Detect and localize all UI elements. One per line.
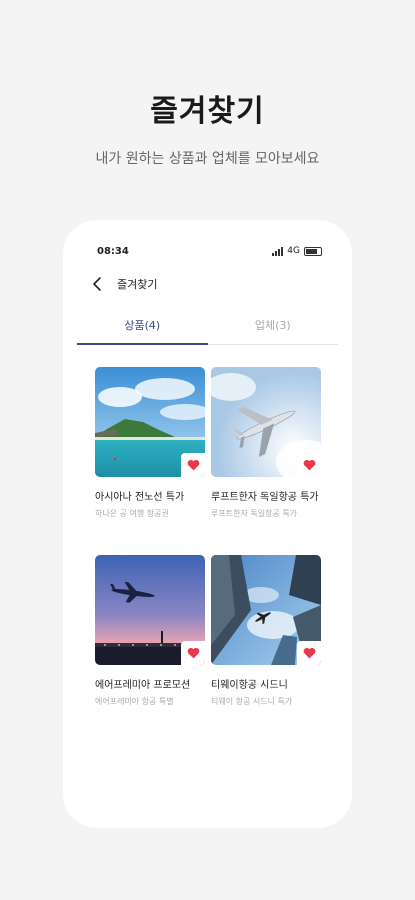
favorite-toggle[interactable] <box>297 641 321 665</box>
network-label: 4G <box>287 246 300 256</box>
card-subtitle: 루프트한자 독일항공 특가 <box>211 509 298 518</box>
app-header: 즐겨찾기 <box>89 274 157 294</box>
phone-mockup: 08:34 4G 즐겨찾기 상품(4) 업체(3) 아시아나 전노선 특가 하나… <box>63 220 352 828</box>
card-title: 티웨이항공 시드니 <box>211 680 288 691</box>
card-subtitle: 에어프레미아 항공 특별 <box>95 697 174 706</box>
status-bar: 08:34 4G <box>97 246 322 260</box>
tab-bar: 상품(4) 업체(3) <box>77 316 338 345</box>
card-title: 루프트한자 독일항공 특가 <box>211 492 319 503</box>
favorite-card[interactable]: 에어프레미아 프로모션 에어프레미아 항공 특별 <box>95 555 205 707</box>
card-title: 아시아나 전노선 특가 <box>95 492 185 503</box>
airplane-sky-photo <box>211 367 321 477</box>
tab-products[interactable]: 상품(4) <box>77 316 208 345</box>
battery-icon <box>304 246 322 256</box>
favorite-toggle[interactable] <box>181 641 205 665</box>
signal-icon <box>272 246 284 256</box>
page-subtitle: 내가 원하는 상품과 업체를 모아보세요 <box>95 151 320 167</box>
favorite-toggle[interactable] <box>181 453 205 477</box>
favorite-card[interactable]: 티웨이항공 시드니 티웨이 항공 시드니 특가 <box>211 555 321 707</box>
tab-companies[interactable]: 업체(3) <box>208 316 339 344</box>
back-arrow-icon[interactable] <box>89 275 107 293</box>
status-time: 08:34 <box>97 246 129 257</box>
favorite-toggle[interactable] <box>297 453 321 477</box>
skyscrapers-airplane-photo <box>211 555 321 665</box>
heart-icon <box>303 459 315 471</box>
airplane-sunset-photo <box>95 555 205 665</box>
card-subtitle: 하나은 공 여행 항공권 <box>95 509 169 518</box>
heart-icon <box>187 459 199 471</box>
heart-icon <box>187 647 199 659</box>
heart-icon <box>303 647 315 659</box>
status-indicators: 4G <box>272 246 322 256</box>
header-title: 즐겨찾기 <box>117 278 158 291</box>
card-title: 에어프레미아 프로모션 <box>95 680 191 691</box>
coastal-island-photo <box>95 367 205 477</box>
favorite-card[interactable]: 루프트한자 독일항공 특가 루프트한자 독일항공 특가 <box>211 367 321 519</box>
page-title: 즐겨찾기 <box>150 94 265 129</box>
card-subtitle: 티웨이 항공 시드니 특가 <box>211 697 293 706</box>
favorite-card[interactable]: 아시아나 전노선 특가 하나은 공 여행 항공권 <box>95 367 205 519</box>
